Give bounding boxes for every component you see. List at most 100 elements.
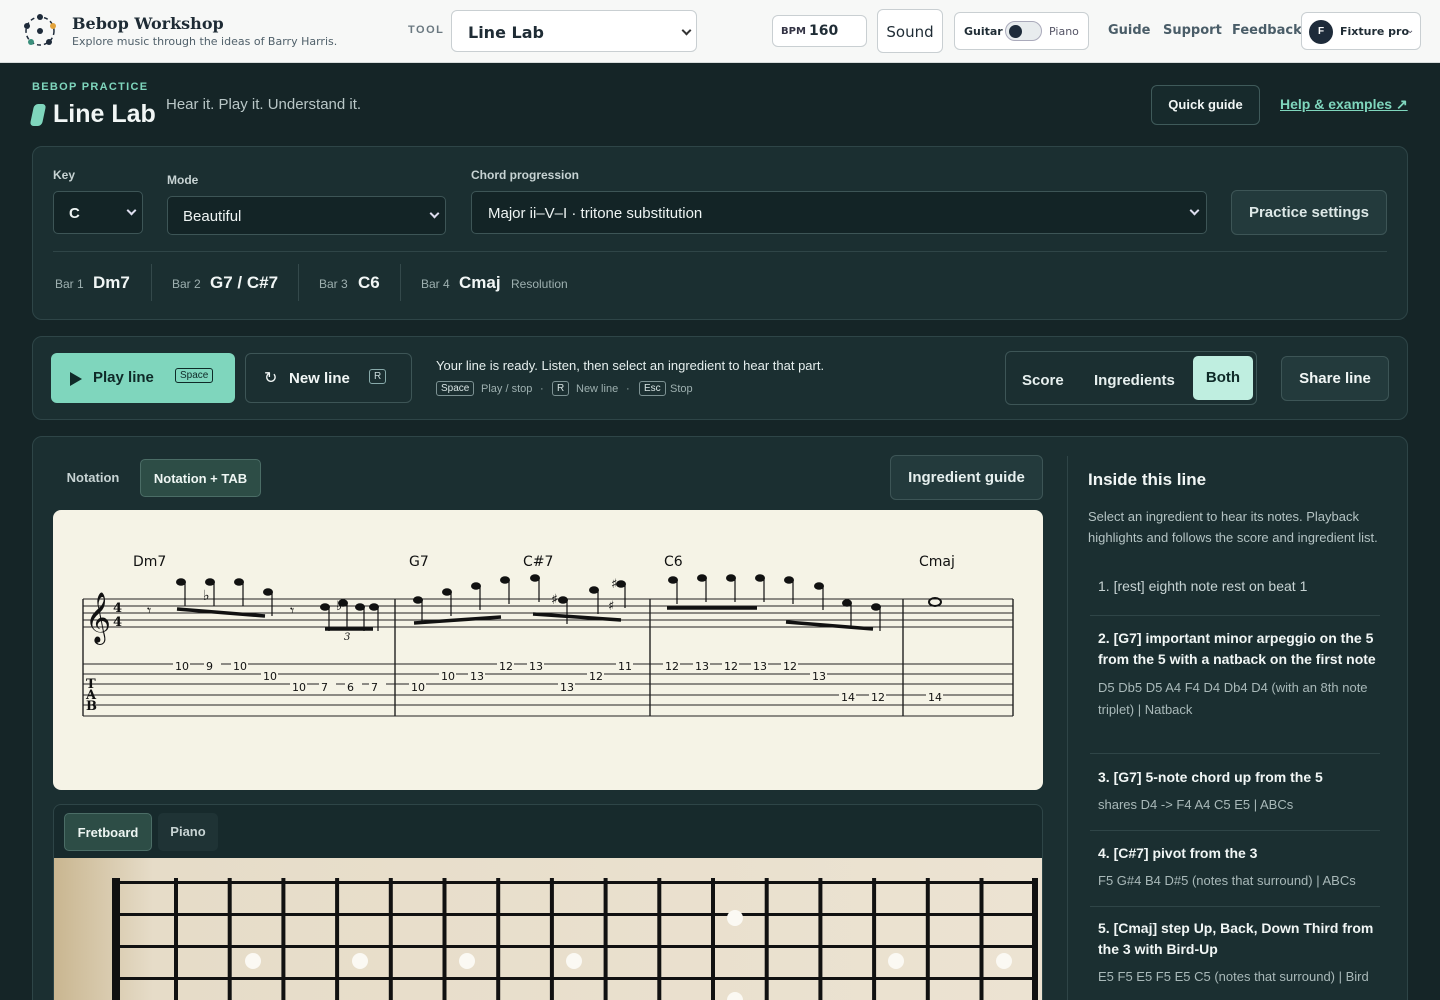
ingredient-title: 2. [G7] important minor arpeggio on the … — [1098, 630, 1376, 667]
tab-number: 9 — [206, 660, 213, 673]
new-line-shortcut-key: R — [369, 369, 387, 384]
tool-select[interactable]: Line Lab — [451, 10, 697, 52]
ingredient-title: 1. [rest] eighth note rest on beat 1 — [1098, 578, 1308, 594]
instrument-guitar-label: Guitar — [964, 25, 1003, 38]
tab-piano[interactable]: Piano — [158, 813, 218, 851]
score-sheet[interactable]: Dm7 G7 C#7 C6 Cmaj 𝄞 4 4 T A B 𝄾 𝄾 3 ♭ ♭… — [53, 510, 1043, 790]
help-examples-link[interactable]: Help & examples ↗ — [1280, 96, 1408, 113]
eighth-rest-icon: 𝄾 — [290, 601, 294, 620]
fretboard-svg[interactable] — [54, 858, 1043, 1000]
tab-notation[interactable]: Notation — [53, 459, 133, 497]
divider — [151, 264, 152, 301]
fret — [227, 878, 232, 1000]
instrument-toggle[interactable]: Guitar Piano — [954, 12, 1089, 50]
string — [112, 881, 1036, 884]
bpm-value[interactable]: 160 — [809, 23, 838, 39]
ingredient-title: 4. [C#7] pivot from the 3 — [1098, 845, 1258, 861]
tab-number: 12 — [871, 691, 885, 704]
new-line-button[interactable]: ↻ New line R — [245, 353, 412, 403]
fret-marker-icon — [245, 953, 261, 969]
fret — [388, 878, 393, 1000]
ingredient-guide-button[interactable]: Ingredient guide — [890, 455, 1043, 500]
tab-number: 7 — [321, 681, 328, 694]
new-line-label: New line — [289, 370, 350, 387]
chord-symbol: Dm7 — [133, 554, 166, 570]
string — [112, 945, 1036, 948]
divider — [1067, 456, 1068, 1000]
ingredient-item[interactable]: 2. [G7] important minor arpeggio on the … — [1090, 628, 1380, 754]
ingredient-detail: D5 Db5 D5 A4 F4 D4 Db4 D4 (with an 8th n… — [1098, 680, 1368, 717]
quick-guide-button[interactable]: Quick guide — [1151, 85, 1260, 125]
tab-number: 10 — [175, 660, 189, 673]
shortcut-key: R — [552, 381, 570, 396]
fret-marker-icon — [727, 910, 743, 926]
fret — [496, 878, 501, 1000]
tool-select-value: Line Lab — [468, 23, 544, 42]
tab-number: 10 — [233, 660, 247, 673]
bpm-input[interactable]: BPM 160 — [772, 15, 867, 47]
time-signature-bottom: 4 — [113, 615, 122, 630]
bar-1-chord: Dm7 — [93, 273, 130, 292]
tab-number: 10 — [263, 670, 277, 683]
logo-icon — [24, 14, 56, 46]
string — [112, 977, 1036, 980]
account-name: Fixture pro — [1340, 25, 1410, 38]
ingredient-item[interactable]: 1. [rest] eighth note rest on beat 1 — [1090, 572, 1380, 616]
beams — [176, 606, 874, 631]
tab-numbers: 10 9 10 10 10 7 6 7 10 10 13 12 13 13 12 11 12 13 12 13 12 13… — [173, 660, 943, 704]
score-svg: Dm7 G7 C#7 C6 Cmaj 𝄞 4 4 T A B 𝄾 𝄾 3 ♭ ♭… — [82, 554, 1014, 717]
ingredient-item[interactable]: 5. [Cmaj] step Up, Back, Down Third from… — [1090, 918, 1380, 1000]
tab-number: 13 — [529, 660, 543, 673]
tab-number: 10 — [411, 681, 425, 694]
instrument-piano-label: Piano — [1049, 25, 1079, 38]
bar-2-label: Bar 2 — [172, 277, 201, 291]
view-ingredients-button[interactable]: Ingredients — [1094, 372, 1175, 389]
tab-number: 13 — [753, 660, 767, 673]
title-accent-icon — [29, 104, 47, 126]
tab-number: 12 — [589, 670, 603, 683]
account-menu[interactable]: F Fixture pro ⌄ — [1301, 12, 1421, 50]
share-line-button[interactable]: Share line — [1281, 356, 1389, 401]
note-heads — [176, 574, 881, 631]
ingredient-item[interactable]: 3. [G7] 5-note chord up from the 5 share… — [1090, 767, 1380, 831]
tab-number: 11 — [618, 660, 632, 673]
tab-clef-icon: B — [86, 699, 97, 714]
ingredient-detail: shares D4 -> F4 A4 C5 E5 | ABCs — [1098, 797, 1294, 812]
key-select[interactable]: C — [53, 191, 143, 234]
view-score-button[interactable]: Score — [1022, 372, 1064, 389]
sharp-icon: ♯ — [551, 592, 558, 608]
tab-number: 13 — [470, 670, 484, 683]
chevron-down-icon — [429, 208, 440, 219]
progression-select[interactable]: Major ii–V–I · tritone substitution — [471, 191, 1207, 234]
fret — [711, 878, 715, 1000]
mode-select-value: Beautiful — [183, 208, 242, 225]
sidebar-description: Select an ingredient to hear its notes. … — [1088, 509, 1378, 545]
bpm-label: BPM — [781, 26, 806, 37]
brand-title[interactable]: Bebop Workshop — [72, 14, 224, 33]
nav-feedback[interactable]: Feedback — [1232, 23, 1302, 38]
fret-marker-icon — [352, 953, 368, 969]
nav-guide[interactable]: Guide — [1108, 23, 1151, 38]
sidebar-title: Inside this line — [1088, 470, 1207, 489]
shortcut-key: Esc — [639, 381, 666, 396]
fret-marker-icon — [459, 953, 475, 969]
fretboard-panel: Fretboard Piano — [53, 804, 1043, 1000]
fret-marker-icon — [566, 953, 582, 969]
tab-fretboard[interactable]: Fretboard — [64, 813, 152, 851]
practice-settings-button[interactable]: Practice settings — [1231, 190, 1387, 235]
chevron-down-icon — [126, 205, 137, 216]
view-switcher: Score Ingredients Both — [1005, 351, 1257, 405]
play-line-button[interactable]: Play line Space — [51, 353, 235, 403]
tab-number: 14 — [928, 691, 942, 704]
mode-select[interactable]: Beautiful — [167, 196, 446, 235]
view-both-button[interactable]: Both — [1193, 356, 1253, 400]
shortcut-label: Play / stop — [481, 383, 533, 395]
tab-notation-tab[interactable]: Notation + TAB — [140, 459, 261, 497]
page-eyebrow: BEBOP PRACTICE — [32, 81, 149, 93]
bar-3-chord: C6 — [358, 273, 380, 292]
shortcut-separator: · — [626, 383, 630, 395]
sound-button[interactable]: Sound — [877, 9, 943, 53]
instrument-switch[interactable] — [1005, 21, 1042, 41]
nav-support[interactable]: Support — [1163, 23, 1222, 38]
ingredient-item[interactable]: 4. [C#7] pivot from the 3 F5 G#4 B4 D#5 … — [1090, 843, 1380, 907]
